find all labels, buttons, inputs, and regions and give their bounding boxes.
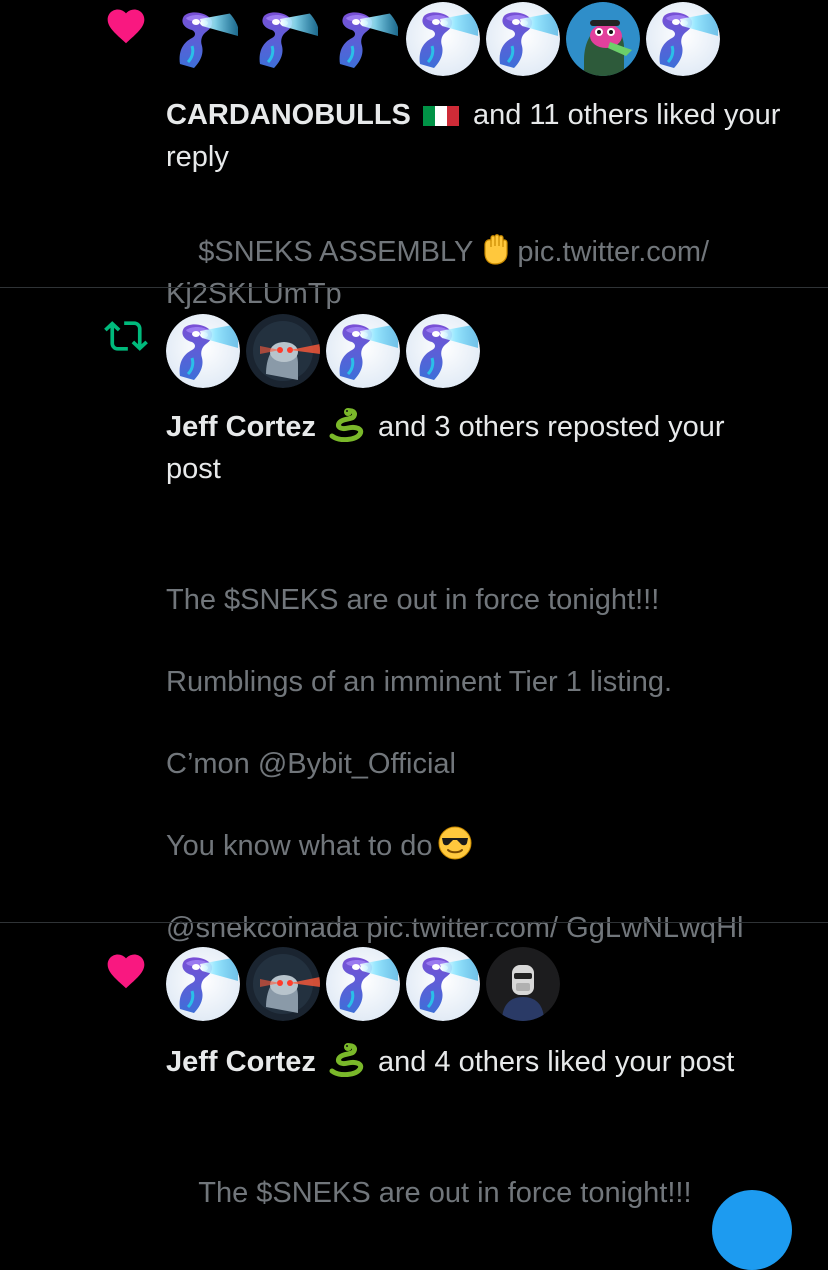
raised-fist-emoji-icon [477,231,513,267]
laser-eyes-avatar[interactable] [246,947,320,1021]
snake-eyes-avatar[interactable] [406,947,480,1021]
content-line: The $SNEKS are out in force tonight!!! [198,1177,692,1209]
notification-like-reply[interactable]: CARDANOBULLS and 11 others liked your re… [0,0,828,310]
actor-avatars [166,314,480,388]
notification-headline: Jeff Cortez and 4 others liked your post [166,1041,786,1083]
snake-eyes-avatar[interactable] [166,314,240,388]
content-line: You know what to do [166,830,433,862]
actor-avatars [166,2,720,76]
actor-avatars [166,947,560,1021]
snake-eyes-avatar[interactable] [326,2,400,76]
compose-button[interactable] [712,1190,792,1270]
italy-flag-icon [422,96,459,126]
snake-eyes-avatar[interactable] [326,947,400,1021]
sunglasses-emoji-icon [437,825,473,861]
repost-icon [104,314,148,358]
actor-name[interactable]: Jeff Cortez [166,1046,324,1078]
snake-eyes-avatar[interactable] [646,2,720,76]
snake-eyes-avatar[interactable] [166,947,240,1021]
snake-eyes-avatar[interactable] [326,314,400,388]
heart-icon [104,4,148,48]
content-line: Rumblings of an imminent Tier 1 listing. [166,666,673,698]
content-line: $SNEKS ASSEMBLY [198,236,474,268]
pink-frog-avatar[interactable] [566,2,640,76]
action-text: and 4 others liked your post [369,1046,735,1078]
notification-headline: CARDANOBULLS and 11 others liked your re… [166,94,786,178]
snake-eyes-avatar[interactable] [166,2,240,76]
snake-eyes-avatar[interactable] [486,2,560,76]
heart-icon [104,949,148,993]
snake-eyes-avatar[interactable] [246,2,320,76]
snake-eyes-avatar[interactable] [406,2,480,76]
laser-eyes-avatar[interactable] [246,314,320,388]
snake-emoji-icon [326,1043,366,1078]
notification-repost[interactable]: Jeff Cortez and 3 others reposted your p… [0,288,828,944]
notification-content[interactable]: The $SNEKS are out in force tonight!!! [166,1130,786,1256]
snake-eyes-avatar[interactable] [406,314,480,388]
snake-emoji-icon [326,408,366,443]
content-line-with-emoji: You know what to do [166,825,786,867]
content-line: The $SNEKS are out in force tonight!!! [166,584,660,616]
content-line: C’mon @Bybit_Official [166,748,456,780]
notification-like-post[interactable]: Jeff Cortez and 4 others liked your post… [0,923,828,1270]
actor-name[interactable]: CARDANOBULLS [166,99,419,131]
notification-headline: Jeff Cortez and 3 others reposted your p… [166,406,786,490]
actor-name[interactable]: Jeff Cortez [166,411,324,443]
masked-figure-avatar[interactable] [486,947,560,1021]
